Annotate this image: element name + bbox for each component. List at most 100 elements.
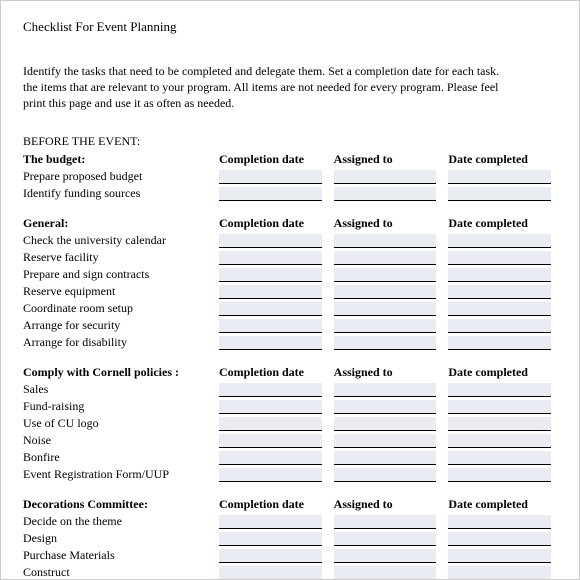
blank-field[interactable]: [328, 170, 443, 184]
blank-field[interactable]: [442, 417, 557, 431]
blank-field[interactable]: [442, 468, 557, 482]
fill-line[interactable]: [219, 532, 322, 546]
fill-line[interactable]: [334, 170, 437, 184]
blank-field[interactable]: [213, 336, 328, 350]
fill-line[interactable]: [448, 434, 551, 448]
blank-field[interactable]: [442, 532, 557, 546]
fill-line[interactable]: [448, 251, 551, 265]
blank-field[interactable]: [328, 549, 443, 563]
fill-line[interactable]: [219, 251, 322, 265]
blank-field[interactable]: [328, 251, 443, 265]
fill-line[interactable]: [219, 285, 322, 299]
blank-field[interactable]: [213, 417, 328, 431]
blank-field[interactable]: [328, 468, 443, 482]
fill-line[interactable]: [334, 319, 437, 333]
blank-field[interactable]: [213, 515, 328, 529]
blank-field[interactable]: [328, 383, 443, 397]
blank-field[interactable]: [213, 319, 328, 333]
blank-field[interactable]: [328, 268, 443, 282]
fill-line[interactable]: [219, 170, 322, 184]
fill-line[interactable]: [334, 566, 437, 580]
blank-field[interactable]: [328, 285, 443, 299]
blank-field[interactable]: [213, 468, 328, 482]
blank-field[interactable]: [442, 234, 557, 248]
fill-line[interactable]: [334, 515, 437, 529]
fill-line[interactable]: [448, 336, 551, 350]
fill-line[interactable]: [448, 451, 551, 465]
fill-line[interactable]: [334, 400, 437, 414]
fill-line[interactable]: [219, 566, 322, 580]
blank-field[interactable]: [328, 515, 443, 529]
blank-field[interactable]: [328, 400, 443, 414]
blank-field[interactable]: [442, 285, 557, 299]
blank-field[interactable]: [328, 532, 443, 546]
blank-field[interactable]: [328, 234, 443, 248]
fill-line[interactable]: [448, 234, 551, 248]
blank-field[interactable]: [213, 234, 328, 248]
blank-field[interactable]: [328, 451, 443, 465]
fill-line[interactable]: [448, 302, 551, 316]
blank-field[interactable]: [213, 268, 328, 282]
blank-field[interactable]: [442, 187, 557, 201]
blank-field[interactable]: [442, 336, 557, 350]
fill-line[interactable]: [334, 187, 437, 201]
blank-field[interactable]: [328, 434, 443, 448]
blank-field[interactable]: [442, 400, 557, 414]
blank-field[interactable]: [442, 268, 557, 282]
fill-line[interactable]: [448, 400, 551, 414]
blank-field[interactable]: [213, 170, 328, 184]
blank-field[interactable]: [328, 417, 443, 431]
fill-line[interactable]: [448, 170, 551, 184]
blank-field[interactable]: [442, 383, 557, 397]
fill-line[interactable]: [219, 549, 322, 563]
fill-line[interactable]: [219, 187, 322, 201]
fill-line[interactable]: [334, 285, 437, 299]
fill-line[interactable]: [219, 319, 322, 333]
blank-field[interactable]: [328, 187, 443, 201]
fill-line[interactable]: [334, 336, 437, 350]
fill-line[interactable]: [448, 566, 551, 580]
fill-line[interactable]: [448, 187, 551, 201]
fill-line[interactable]: [219, 400, 322, 414]
fill-line[interactable]: [334, 251, 437, 265]
fill-line[interactable]: [334, 434, 437, 448]
blank-field[interactable]: [442, 515, 557, 529]
fill-line[interactable]: [334, 268, 437, 282]
fill-line[interactable]: [219, 302, 322, 316]
fill-line[interactable]: [334, 302, 437, 316]
fill-line[interactable]: [448, 549, 551, 563]
fill-line[interactable]: [448, 417, 551, 431]
fill-line[interactable]: [448, 468, 551, 482]
blank-field[interactable]: [442, 251, 557, 265]
blank-field[interactable]: [213, 251, 328, 265]
fill-line[interactable]: [448, 268, 551, 282]
blank-field[interactable]: [442, 549, 557, 563]
fill-line[interactable]: [219, 234, 322, 248]
fill-line[interactable]: [219, 268, 322, 282]
fill-line[interactable]: [219, 468, 322, 482]
blank-field[interactable]: [328, 302, 443, 316]
blank-field[interactable]: [442, 170, 557, 184]
fill-line[interactable]: [334, 417, 437, 431]
fill-line[interactable]: [219, 383, 322, 397]
blank-field[interactable]: [213, 532, 328, 546]
blank-field[interactable]: [328, 566, 443, 580]
blank-field[interactable]: [213, 285, 328, 299]
blank-field[interactable]: [213, 302, 328, 316]
blank-field[interactable]: [442, 434, 557, 448]
fill-line[interactable]: [448, 285, 551, 299]
blank-field[interactable]: [213, 451, 328, 465]
fill-line[interactable]: [334, 468, 437, 482]
fill-line[interactable]: [448, 383, 551, 397]
blank-field[interactable]: [442, 451, 557, 465]
fill-line[interactable]: [334, 451, 437, 465]
fill-line[interactable]: [334, 383, 437, 397]
blank-field[interactable]: [442, 302, 557, 316]
blank-field[interactable]: [213, 187, 328, 201]
blank-field[interactable]: [213, 434, 328, 448]
fill-line[interactable]: [219, 515, 322, 529]
fill-line[interactable]: [219, 451, 322, 465]
blank-field[interactable]: [213, 549, 328, 563]
fill-line[interactable]: [448, 515, 551, 529]
fill-line[interactable]: [219, 336, 322, 350]
